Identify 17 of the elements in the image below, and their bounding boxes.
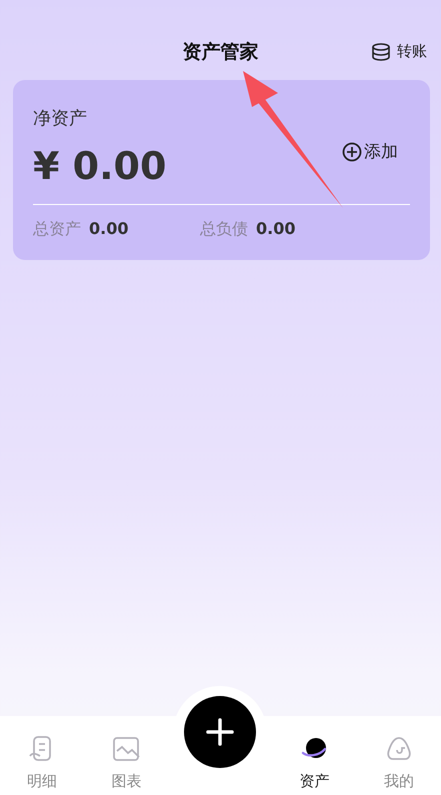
total-value: 0.00 xyxy=(256,219,296,238)
tab-item[interactable]: 资产 xyxy=(284,734,345,791)
coins-stack-icon xyxy=(371,42,391,60)
plus-icon xyxy=(205,717,236,747)
total-label: 总负债 xyxy=(200,219,248,240)
tab-item[interactable]: 明细 xyxy=(12,734,72,791)
net-assets-amount: ¥ 0.00 xyxy=(33,144,166,188)
net-assets-label: 净资产 xyxy=(33,107,88,130)
image-icon xyxy=(111,734,142,764)
tab-item[interactable]: 图表 xyxy=(96,734,156,791)
page-title: 资产管家 xyxy=(182,40,258,65)
add-button[interactable]: 添加 xyxy=(342,140,398,163)
total-label: 总资产 xyxy=(33,219,81,240)
transfer-button[interactable]: 转账 xyxy=(371,42,427,61)
total-value: 0.00 xyxy=(89,219,128,238)
plus-circle-icon xyxy=(342,142,362,162)
tab-item[interactable]: 我的 xyxy=(368,734,429,791)
